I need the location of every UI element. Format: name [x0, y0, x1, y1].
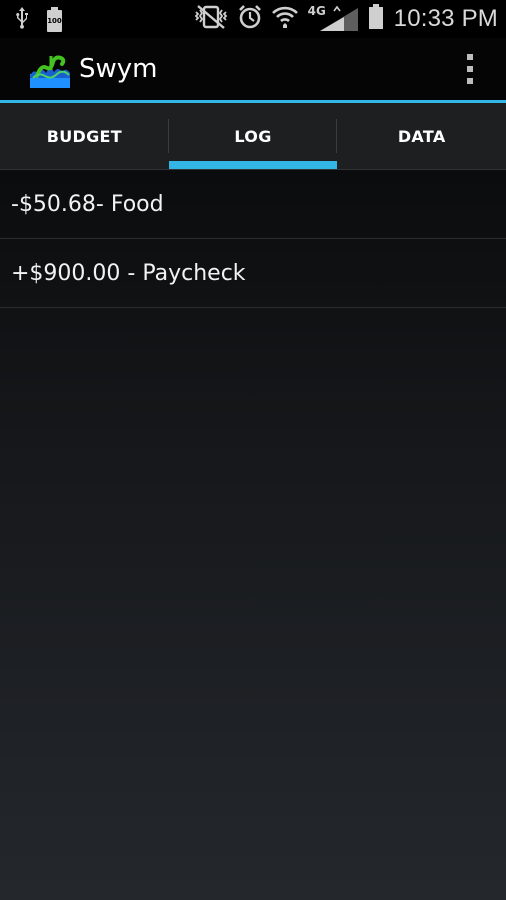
tab-log[interactable]: LOG — [168, 103, 338, 169]
action-bar: Swym — [0, 38, 506, 100]
log-list[interactable]: -$50.68- Food +$900.00 - Paycheck — [0, 170, 506, 900]
overflow-menu-icon[interactable] — [464, 54, 476, 84]
battery-icon — [368, 4, 384, 34]
selected-tab-indicator — [168, 161, 338, 169]
status-left-icons: 100 — [14, 6, 63, 34]
log-entry-text: -$50.68- Food — [11, 191, 164, 217]
menu-dot — [467, 66, 473, 72]
alarm-icon — [238, 4, 262, 34]
app-title: Swym — [79, 54, 158, 84]
signal-icon: 4G — [308, 5, 358, 33]
battery-small-icon: 100 — [46, 7, 63, 33]
menu-dot — [467, 78, 473, 84]
log-entry-text: +$900.00 - Paycheck — [11, 260, 246, 286]
vibrate-mute-icon — [194, 4, 228, 34]
tab-bar: BUDGET LOG DATA — [0, 103, 506, 170]
tab-label: LOG — [234, 126, 272, 146]
tab-data[interactable]: DATA — [337, 103, 506, 169]
status-right-icons: 4G 10:33 PM — [194, 3, 498, 35]
list-item[interactable]: -$50.68- Food — [0, 170, 506, 239]
battery-level-text: 100 — [47, 17, 62, 25]
tab-label: DATA — [397, 126, 446, 146]
tab-budget[interactable]: BUDGET — [0, 103, 169, 169]
wifi-icon — [271, 4, 298, 34]
clock-time: 10:33 PM — [393, 5, 498, 32]
usb-icon — [14, 6, 30, 34]
list-item[interactable]: +$900.00 - Paycheck — [0, 239, 506, 308]
menu-dot — [467, 54, 473, 60]
swym-logo-icon[interactable] — [29, 54, 71, 90]
status-bar: 100 4G 10:33 PM — [0, 0, 506, 38]
tab-label: BUDGET — [46, 126, 122, 146]
